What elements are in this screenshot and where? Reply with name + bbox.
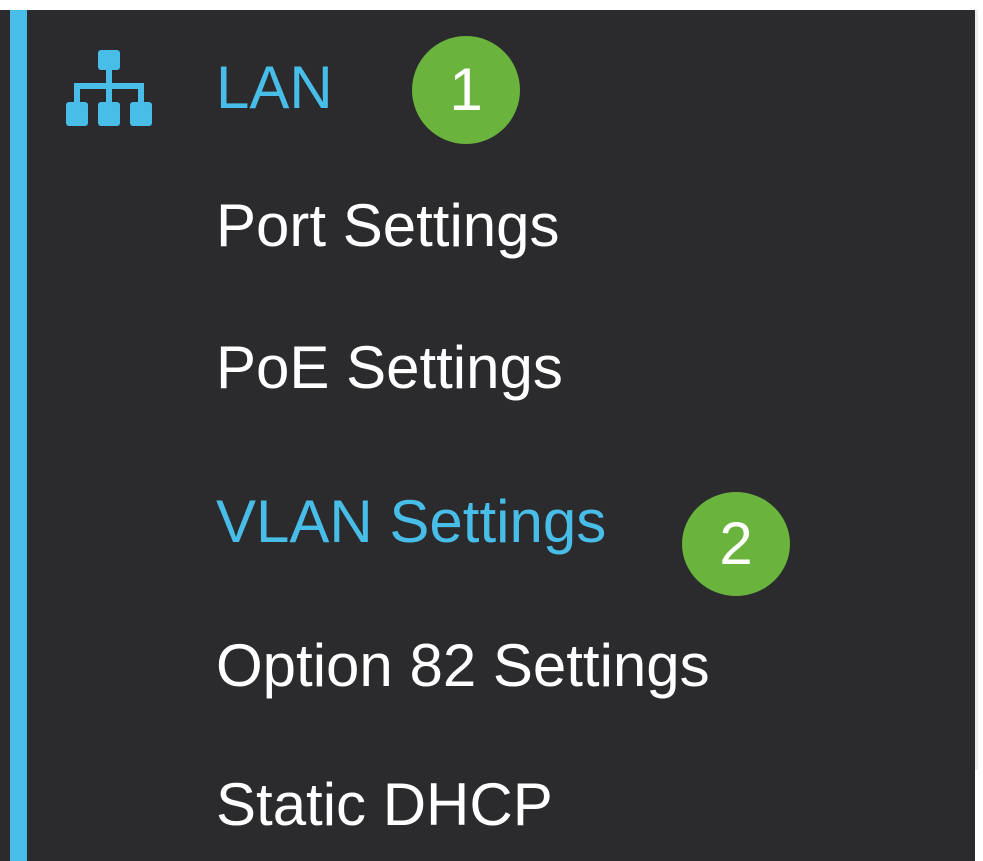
sidebar-item-vlan-settings[interactable]: VLAN Settings [200, 470, 900, 580]
step-badge-1: 1 [412, 36, 520, 144]
sidebar-item-label: Option 82 Settings [216, 632, 710, 699]
sidebar-nav-panel: LAN 1 Port Settings PoE Settings VLAN Se… [0, 10, 975, 861]
network-topology-icon [66, 50, 152, 126]
step-badge-2: 2 [682, 492, 790, 596]
sidebar-item-label: Static DHCP [216, 771, 553, 838]
sidebar-section-lan[interactable]: LAN 1 [0, 10, 960, 160]
scrollbar-track[interactable] [975, 10, 978, 770]
sidebar-item-static-dhcp[interactable]: Static DHCP [200, 753, 900, 861]
sidebar-item-label: Port Settings [216, 192, 560, 259]
sidebar-item-port-settings[interactable]: Port Settings [200, 174, 900, 284]
sidebar-item-poe-settings[interactable]: PoE Settings [200, 316, 900, 426]
sidebar-section-label: LAN [216, 54, 333, 121]
sidebar-item-option-82-settings[interactable]: Option 82 Settings [200, 614, 900, 724]
sidebar-item-label: VLAN Settings [216, 488, 607, 555]
sidebar-item-label: PoE Settings [216, 334, 563, 401]
